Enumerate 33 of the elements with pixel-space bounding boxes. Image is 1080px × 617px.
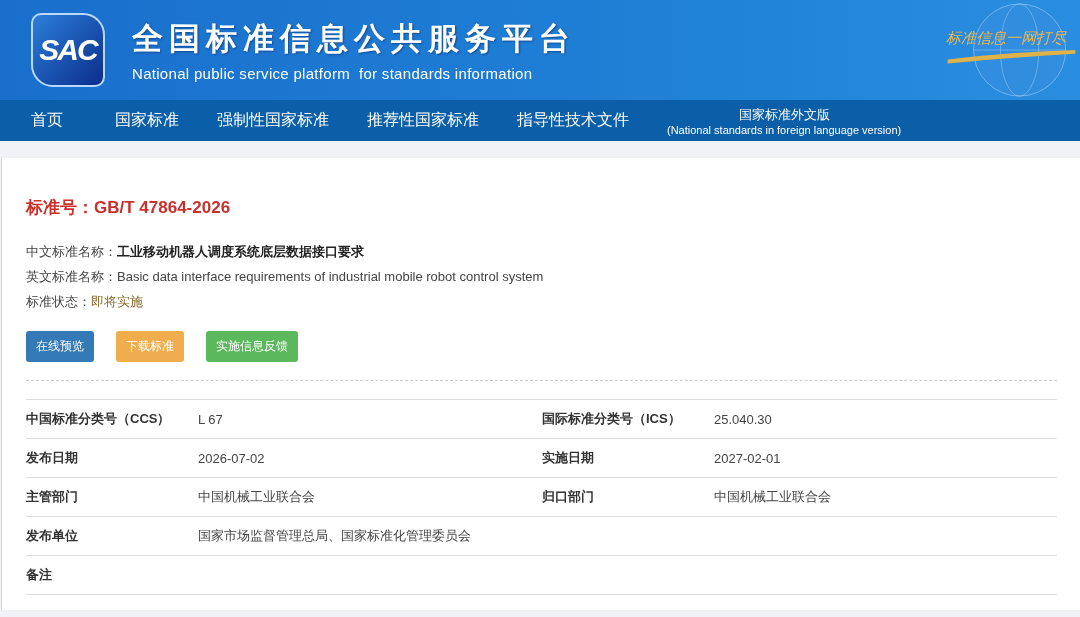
nav-item[interactable]: 国家标准 — [115, 110, 179, 131]
table-value: 国家市场监督管理总局、国家标准化管理委员会 — [198, 527, 472, 545]
site-subtitle: National public service platform for standards information — [132, 65, 534, 82]
field-value: 工业移动机器人调度系统底层数据接口要求 — [117, 244, 364, 259]
nav-item[interactable]: 指导性技术文件 — [517, 110, 629, 131]
table-value: 中国机械工业联合会 — [714, 488, 832, 506]
table-label: 中国标准分类号（CCS） — [26, 410, 172, 428]
nav-item[interactable]: 国家标准外文版 (National standards in foreign language version) — [667, 105, 902, 136]
action-button[interactable]: 在线预览 — [26, 331, 94, 362]
site-title: 全国标准信息公共服务平台 — [132, 20, 576, 58]
nav-item[interactable]: 强制性国家标准 — [217, 110, 329, 131]
table-value: 2027-02-01 — [714, 450, 782, 466]
sac-logo[interactable]: SAC — [31, 13, 105, 87]
field-value: Basic data interface requirements of industrial mobile robot control system — [117, 269, 544, 284]
nav-item[interactable]: 推荐性国家标准 — [367, 110, 479, 131]
field-value: 即将实施 — [91, 294, 143, 309]
slogan: 标准信息一网打尽 — [946, 29, 1066, 48]
standard-number: 标准号：GB/T 47864-2026 — [26, 197, 232, 219]
table-label: 备注 — [26, 566, 53, 584]
table-label: 国际标准分类号（ICS） — [542, 410, 682, 428]
table-label: 实施日期 — [542, 449, 595, 467]
table-label: 发布日期 — [26, 449, 79, 467]
table-value: 中国机械工业联合会 — [198, 488, 316, 506]
table-value: 25.040.30 — [714, 411, 773, 427]
table-label: 归口部门 — [542, 488, 595, 506]
table-label: 发布单位 — [26, 527, 79, 545]
nav-item[interactable]: 首页 — [31, 110, 63, 131]
field-label: 中文标准名称： — [26, 244, 117, 259]
table-value: L 67 — [198, 411, 224, 427]
field-label: 英文标准名称： — [26, 269, 117, 284]
table-label: 主管部门 — [26, 488, 79, 506]
field-label: 标准状态： — [26, 294, 91, 309]
table-value: 2026-07-02 — [198, 450, 266, 466]
